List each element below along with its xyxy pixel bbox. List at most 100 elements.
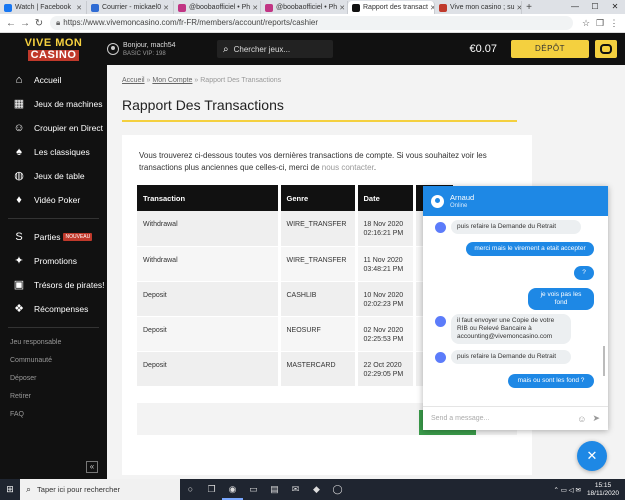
casino-logo[interactable]: VIVE MON CASINO [0, 33, 107, 65]
tab-favicon-icon [439, 3, 447, 12]
url-text: https://www.vivemoncasino.com/fr-FR/memb… [63, 18, 319, 27]
new-tab-button[interactable]: + [522, 1, 536, 14]
agent-message-avatar-icon [435, 316, 446, 327]
tab-close-icon[interactable]: ✕ [161, 4, 169, 12]
sidebar-item[interactable]: ◍ Jeux de table [0, 164, 107, 188]
tab-close-icon[interactable]: ✕ [514, 4, 521, 12]
sidebar-item[interactable]: ♠ Les classiques [0, 140, 107, 164]
app-icon[interactable]: ◆ [306, 479, 327, 500]
table-row: Deposit NEOSURF 02 Nov 2020 02:25:53 PM [137, 316, 456, 352]
sidebar-item[interactable]: S Parties NOUVEAU [0, 225, 107, 249]
vip-level: BASIC VIP: 198 [123, 50, 166, 57]
star-icon[interactable]: ☆ [579, 18, 593, 29]
tab-close-icon[interactable]: ✕ [74, 4, 82, 12]
sidebar-link[interactable]: Retirer [0, 388, 107, 406]
breadcrumb-account[interactable]: Mon Compte [152, 77, 192, 84]
maximize-icon[interactable]: ☐ [585, 0, 605, 14]
sidebar-link[interactable]: Déposer [0, 370, 107, 388]
sidebar-item-label: Croupier en Direct [34, 123, 103, 133]
cell-transaction: Withdrawal [137, 246, 281, 282]
tab-label: Courrier - mickael0 [102, 4, 162, 11]
taskbar-search-icon: ⌕ [26, 484, 32, 494]
logo-line2: CASINO [27, 49, 80, 61]
mail-icon[interactable]: ✉ [285, 479, 306, 500]
tab-close-icon[interactable]: ✕ [428, 4, 434, 12]
sidebar-divider [8, 327, 99, 328]
tray-icons[interactable]: ⌃ ▭ ◁ ✉ [553, 486, 580, 494]
opera-icon[interactable]: ◯ [327, 479, 348, 500]
treasure-icon: ▣ [13, 279, 25, 291]
date-text: 18 Nov 2020 [363, 221, 404, 228]
tab-close-icon[interactable]: ✕ [250, 4, 258, 12]
table-row: Withdrawal WIRE_TRANSFER 18 Nov 2020 02:16:… [137, 211, 456, 247]
emoji-icon[interactable]: ☺ [577, 414, 586, 424]
browser-tab[interactable]: @boobaofficiel • Ph ✕ [261, 1, 348, 14]
browser-tab[interactable]: Rapport des transact✕ [348, 1, 435, 14]
cell-genre: MASTERCARD [279, 351, 358, 387]
chat-message: merci mais le virement a etait accepter [466, 242, 594, 256]
send-icon[interactable]: ➤ [592, 413, 600, 424]
sidebar-item[interactable]: ♦ Vidéo Poker [0, 188, 107, 212]
table-row: Deposit CASHLIB 10 Nov 2020 02:02:23 PM [137, 281, 456, 317]
file-explorer-icon[interactable]: ▭ [243, 479, 264, 500]
breadcrumb-home[interactable]: Accueil [122, 77, 145, 84]
search-input[interactable]: ⌕ Chercher jeux... [217, 40, 333, 58]
promotions-icon: ✦ [14, 255, 24, 267]
cortana-icon[interactable]: ○ [180, 479, 201, 500]
user-info[interactable]: Bonjour, mach54 BASIC VIP: 198 [107, 41, 217, 58]
collapse-sidebar-button[interactable]: « [86, 461, 98, 473]
extensions-icon[interactable]: ❒ [593, 18, 607, 29]
windows-start-icon[interactable]: ⊞ [0, 484, 20, 495]
agent-status: Online [450, 202, 468, 209]
sidebar-item[interactable]: ⌂ Accueil [0, 68, 107, 92]
chat-message: mais ou sont les fond ? [508, 374, 594, 388]
chat-message-input[interactable]: Send a message... ☺ ➤ [423, 406, 608, 430]
date-text: 02 Nov 2020 [363, 326, 404, 334]
sidebar-item[interactable]: ☺ Croupier en Direct [0, 116, 107, 140]
browser-tab[interactable]: Vive mon casino ; su ✕ [435, 1, 522, 14]
table-row: Deposit MASTERCARD 22 Oct 2020 02:29:05 PM [137, 351, 456, 387]
sidebar-link[interactable]: Jeu responsable [0, 334, 107, 352]
sidebar-divider [8, 218, 99, 219]
task-view-icon[interactable]: ❐ [201, 479, 222, 500]
minimize-icon[interactable]: — [565, 0, 585, 14]
browser-tab[interactable]: Courrier - mickael0 ✕ [87, 1, 174, 14]
tab-favicon-icon [352, 3, 360, 12]
contact-link[interactable]: nous contacter [322, 163, 374, 172]
agent-name: Arnaud [450, 192, 475, 202]
tab-favicon-icon [91, 3, 99, 12]
intro-end: . [373, 163, 377, 172]
store-icon[interactable]: ▤ [264, 479, 285, 500]
clock[interactable]: 15:15 18/11/2020 [587, 482, 619, 498]
cell-genre: NEOSURF [279, 316, 358, 352]
sidebar-item[interactable]: ✦ Promotions [0, 249, 107, 273]
sidebar-item[interactable]: ▣ Trésors de pirates! [0, 273, 107, 297]
close-chat-button[interactable]: ✕ [577, 441, 607, 471]
sidebar-item[interactable]: ❖ Récompenses [0, 297, 107, 321]
chat-message: puis refaire la Demande du Retrait [451, 220, 581, 234]
close-window-icon[interactable]: ✕ [605, 0, 625, 14]
forward-icon[interactable]: → [18, 18, 32, 29]
taskbar-search[interactable]: ⌕ Taper ici pour rechercher [20, 479, 180, 500]
url-field[interactable]: 🔒︎ https://www.vivemoncasino.com/fr-FR/me… [50, 16, 573, 30]
sidebar-link[interactable]: Communauté [0, 352, 107, 370]
chrome-icon[interactable]: ◉ [222, 479, 243, 500]
sidebar-item[interactable]: ▦ Jeux de machines [0, 92, 107, 116]
table-row: Withdrawal WIRE_TRANSFER 11 Nov 2020 03:48:… [137, 246, 456, 282]
lock-icon: 🔒︎ [56, 18, 61, 27]
back-icon[interactable]: ← [4, 18, 18, 29]
user-greeting: Bonjour, mach54 [123, 41, 176, 49]
cell-date: 10 Nov 2020 02:02:23 PM [356, 281, 416, 317]
browser-tab[interactable]: @boobaofficiel • Ph ✕ [174, 1, 261, 14]
search-placeholder: Chercher jeux... [233, 44, 291, 54]
tab-label: Watch | Facebook [15, 4, 72, 11]
account-menu-button[interactable] [595, 40, 617, 58]
tab-close-icon[interactable]: ✕ [337, 4, 345, 12]
site-header: VIVE MON CASINO Bonjour, mach54 BASIC VI… [0, 33, 625, 65]
menu-icon[interactable]: ⋮ [607, 18, 621, 29]
reload-icon[interactable]: ↻ [32, 18, 46, 29]
browser-tab[interactable]: Watch | Facebook ✕ [0, 1, 87, 14]
deposit-button[interactable]: DÉPÔT [511, 40, 589, 58]
sidebar-link[interactable]: FAQ [0, 406, 107, 424]
chat-scrollbar[interactable] [603, 346, 605, 376]
